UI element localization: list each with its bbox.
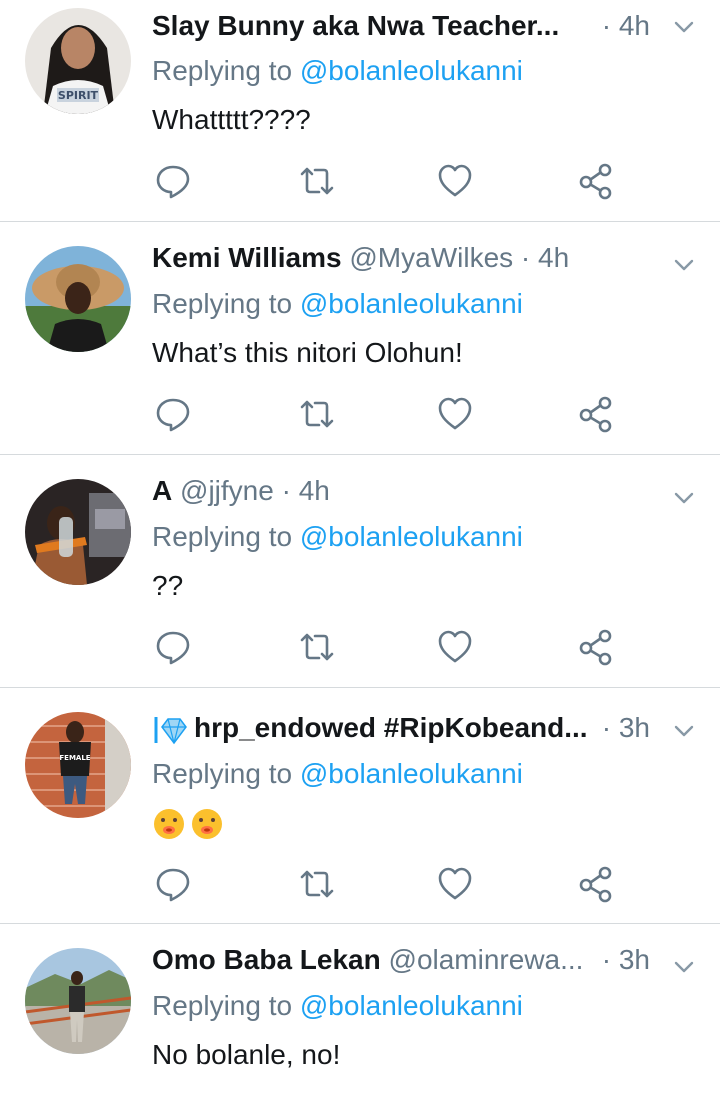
svg-text:FEMALE: FEMALE [59,754,90,762]
reply-icon[interactable] [153,394,193,434]
tweet-actions [0,627,720,667]
replying-to: Replying to @bolanleolukanni [152,521,523,552]
share-icon[interactable] [576,161,616,201]
chevron-down-icon[interactable] [673,254,695,276]
heart-icon[interactable] [435,864,475,904]
replying-to: Replying to @bolanleolukanni [152,990,523,1021]
retweet-icon[interactable] [297,864,337,904]
reply-feed: SPIRIT Slay Bunny aka Nwa Teacher... · 4… [0,0,720,1093]
reply-icon[interactable] [153,161,193,201]
timestamp[interactable]: · 4h [521,242,569,273]
tweet-header: Kemi Williams @MyaWilkes · 4h [152,238,650,278]
tweet-text: What’s this nitori Olohun! [152,337,463,368]
reply-icon[interactable] [153,627,193,667]
heart-icon[interactable] [435,161,475,201]
tweet-text: ?? [152,570,184,601]
avatar[interactable] [25,479,131,585]
emoji-kiss-icon [190,807,224,841]
share-icon[interactable] [576,394,616,434]
retweet-icon[interactable] [297,627,337,667]
tweet[interactable]: A @jjfyne · 4h Replying to @bolanleoluka… [0,455,720,687]
user-handle[interactable]: @olaminrewa... [389,944,584,975]
mention-link[interactable]: @bolanleolukanni [300,288,523,319]
avatar[interactable] [25,948,131,1054]
share-icon[interactable] [576,627,616,667]
tweet-header: A @jjfyne · 4h [152,471,650,511]
user-handle[interactable]: @MyaWilkes [349,242,513,273]
timestamp[interactable]: · 4h [602,6,650,46]
chevron-down-icon[interactable] [673,720,695,742]
mention-link[interactable]: @bolanleolukanni [300,758,523,789]
timestamp[interactable]: · 3h [602,708,650,748]
retweet-icon[interactable] [297,394,337,434]
chevron-down-icon[interactable] [673,487,695,509]
timestamp[interactable]: · 4h [282,475,330,506]
tweet-text: No bolanle, no! [152,1039,341,1070]
tweet-text: Whattttt???? [152,104,311,135]
chevron-down-icon[interactable] [673,16,695,38]
user-handle[interactable]: @jjfyne [180,475,274,506]
tweet-header: Omo Baba Lekan @olaminrewa... [152,940,650,980]
replying-to: Replying to @bolanleolukanni [152,758,523,789]
display-name[interactable]: Kemi Williams [152,242,342,273]
tweet-header: Slay Bunny aka Nwa Teacher... [152,6,650,46]
emoji-kiss-icon [152,807,186,841]
reply-icon[interactable] [153,864,193,904]
diamond-icon [154,716,187,744]
tweet[interactable]: FEMALE hrp_endowed #RipKobeand... · 3h R… [0,688,720,923]
tweet-actions [0,864,720,904]
tweet-header: hrp_endowed #RipKobeand... [152,708,650,748]
tweet-text [152,804,228,844]
replying-to: Replying to @bolanleolukanni [152,288,523,319]
heart-icon[interactable] [435,394,475,434]
chevron-down-icon[interactable] [673,956,695,978]
display-name[interactable]: hrp_endowed #RipKobeand... [194,712,588,743]
mention-link[interactable]: @bolanleolukanni [300,990,523,1021]
share-icon[interactable] [576,864,616,904]
display-name[interactable]: A [152,475,172,506]
heart-icon[interactable] [435,627,475,667]
replying-to: Replying to @bolanleolukanni [152,55,523,86]
avatar[interactable]: FEMALE [25,712,131,818]
tweet-actions [0,161,720,201]
tweet[interactable]: Kemi Williams @MyaWilkes · 4h Replying t… [0,222,720,454]
retweet-icon[interactable] [297,161,337,201]
mention-link[interactable]: @bolanleolukanni [300,55,523,86]
avatar[interactable]: SPIRIT [25,8,131,114]
tweet[interactable]: SPIRIT Slay Bunny aka Nwa Teacher... · 4… [0,0,720,221]
display-name[interactable]: Omo Baba Lekan [152,944,381,975]
display-name[interactable]: Slay Bunny aka Nwa Teacher... [152,10,559,41]
svg-text:SPIRIT: SPIRIT [58,89,99,102]
mention-link[interactable]: @bolanleolukanni [300,521,523,552]
tweet-actions [0,394,720,434]
avatar[interactable] [25,246,131,352]
timestamp[interactable]: · 3h [602,940,650,980]
tweet[interactable]: Omo Baba Lekan @olaminrewa... · 3h Reply… [0,924,720,1093]
